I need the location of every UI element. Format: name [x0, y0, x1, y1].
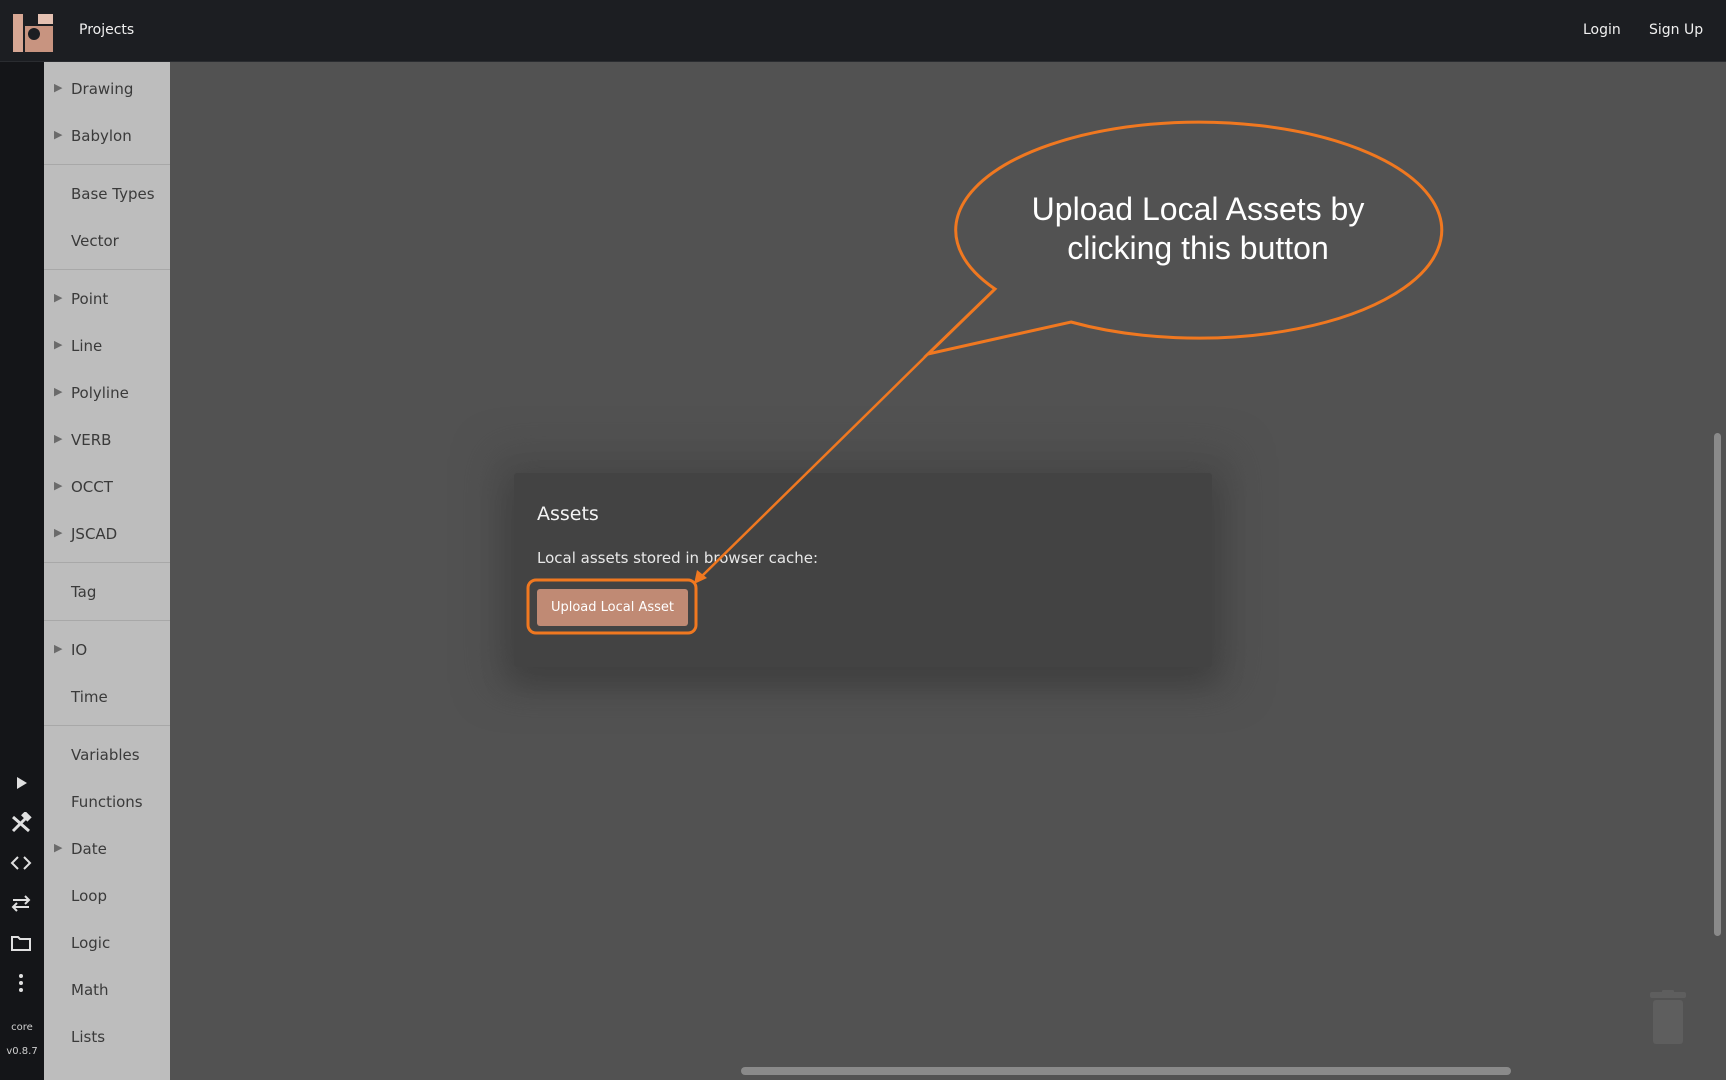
vertical-scrollbar[interactable] — [1714, 433, 1721, 936]
expand-arrow-icon: ▶ — [54, 642, 63, 655]
sidebar-item-math[interactable]: Math — [44, 979, 170, 1009]
callout-line-1: Upload Local Assets by — [1031, 191, 1365, 227]
category-sidebar: ▶ Drawing ▶ Babylon Base Types Vector ▶ Poi… — [44, 62, 170, 1080]
expand-arrow-icon: ▶ — [54, 526, 63, 539]
expand-arrow-icon: ▶ — [54, 385, 63, 398]
sidebar-item-tag[interactable]: Tag — [44, 581, 170, 611]
sidebar-divider — [44, 164, 170, 165]
swap-icon[interactable] — [6, 888, 36, 918]
code-icon[interactable] — [6, 848, 36, 878]
sidebar-item-io[interactable]: ▶ IO — [44, 639, 170, 669]
dialog-description: Local assets stored in browser cache: — [537, 549, 819, 567]
sidebar-divider — [44, 562, 170, 563]
callout-text: Upload Local Assets by clicking this but… — [1000, 190, 1396, 268]
sidebar-item-verb[interactable]: ▶ VERB — [44, 429, 170, 459]
sidebar-item-logic[interactable]: Logic — [44, 932, 170, 962]
signup-link[interactable]: Sign Up — [1649, 22, 1703, 38]
expand-arrow-icon: ▶ — [54, 128, 63, 141]
sidebar-item-point[interactable]: ▶ Point — [44, 288, 170, 318]
folder-icon[interactable] — [6, 928, 36, 958]
sidebar-item-babylon[interactable]: ▶ Babylon — [44, 125, 170, 155]
sidebar-item-vector[interactable]: Vector — [44, 230, 170, 260]
sidebar-divider — [44, 725, 170, 726]
expand-arrow-icon: ▶ — [54, 841, 63, 854]
login-link[interactable]: Login — [1583, 22, 1621, 38]
play-icon[interactable] — [6, 768, 36, 798]
left-icon-bar: core v0.8.7 — [0, 62, 44, 1080]
version-label: v0.8.7 — [6, 1046, 38, 1057]
more-icon[interactable] — [6, 968, 36, 998]
sidebar-item-loop[interactable]: Loop — [44, 885, 170, 915]
sidebar-item-time[interactable]: Time — [44, 686, 170, 716]
sidebar-item-date[interactable]: ▶ Date — [44, 838, 170, 868]
upload-local-asset-button[interactable]: Upload Local Asset — [537, 589, 688, 626]
sidebar-item-occt[interactable]: ▶ OCCT — [44, 476, 170, 506]
horizontal-scrollbar[interactable] — [741, 1067, 1511, 1075]
dialog-title: Assets — [537, 503, 599, 525]
sidebar-item-drawing[interactable]: ▶ Drawing — [44, 78, 170, 108]
expand-arrow-icon: ▶ — [54, 291, 63, 304]
callout-line-2: clicking this button — [1067, 230, 1329, 266]
expand-arrow-icon: ▶ — [54, 338, 63, 351]
sidebar-item-variables[interactable]: Variables — [44, 744, 170, 774]
expand-arrow-icon: ▶ — [54, 81, 63, 94]
sidebar-divider — [44, 269, 170, 270]
top-bar: Projects Login Sign Up — [0, 0, 1726, 62]
sidebar-item-line[interactable]: ▶ Line — [44, 335, 170, 365]
sidebar-divider — [44, 620, 170, 621]
tools-icon[interactable] — [6, 808, 36, 838]
sidebar-item-base-types[interactable]: Base Types — [44, 183, 170, 213]
expand-arrow-icon: ▶ — [54, 479, 63, 492]
projects-link[interactable]: Projects — [79, 22, 134, 38]
sidebar-item-lists[interactable]: Lists — [44, 1026, 170, 1056]
trash-icon[interactable] — [1648, 990, 1688, 1046]
bitbybit-logo-icon[interactable] — [12, 12, 54, 54]
sidebar-item-polyline[interactable]: ▶ Polyline — [44, 382, 170, 412]
expand-arrow-icon: ▶ — [54, 432, 63, 445]
sidebar-item-jscad[interactable]: ▶ JSCAD — [44, 523, 170, 553]
sidebar-item-functions[interactable]: Functions — [44, 791, 170, 821]
core-label: core — [11, 1022, 33, 1033]
assets-dialog: Assets Local assets stored in browser ca… — [514, 473, 1212, 667]
